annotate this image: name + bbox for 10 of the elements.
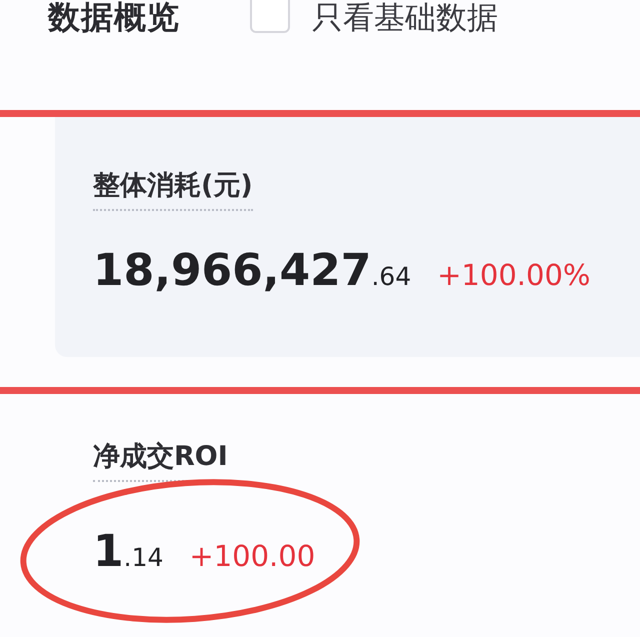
metric-value: 1.14 bbox=[93, 526, 164, 577]
metric-value: 18,966,427.64 bbox=[93, 245, 412, 296]
basic-data-checkbox[interactable]: 只看基础数据 bbox=[250, 0, 498, 39]
section-title: 数据概览 bbox=[48, 0, 180, 38]
checkbox-label: 只看基础数据 bbox=[312, 0, 498, 38]
metric-label: 净成交ROI bbox=[93, 438, 228, 482]
change-percent: +100.00 bbox=[189, 539, 316, 573]
metric-label: 整体消耗(元) bbox=[93, 167, 253, 211]
change-percent: +100.00% bbox=[437, 258, 590, 292]
checkbox[interactable] bbox=[250, 0, 290, 33]
